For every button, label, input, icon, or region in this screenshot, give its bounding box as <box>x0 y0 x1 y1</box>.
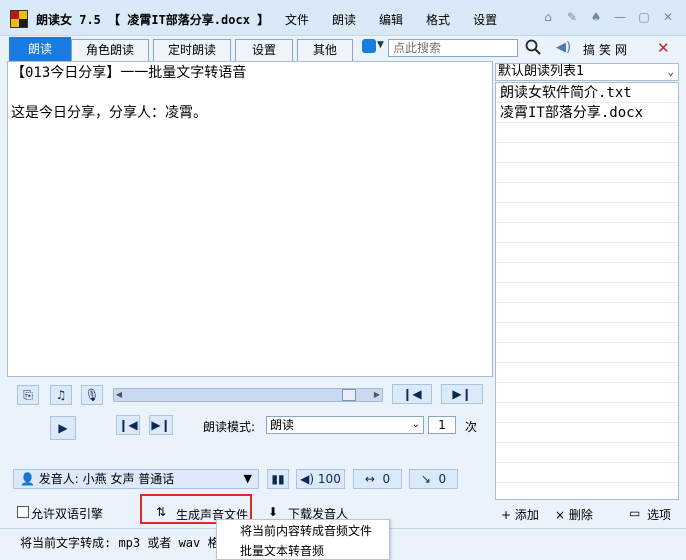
title-bar: 朗读女 7.5 【 凌霄IT部落分享.docx 】 文件 朗读 编辑 格式 设置… <box>0 0 686 36</box>
status-text: 将当前文字转成: mp3 或者 wav 格式 <box>20 536 232 550</box>
menu-format[interactable]: 格式 <box>426 11 450 28</box>
chevron-down-icon: ▼ <box>243 472 252 485</box>
microphone-icon[interactable]: 🎙 <box>81 385 103 405</box>
tab-timed-read[interactable]: 定时朗读 <box>153 39 231 61</box>
next-sentence-icon[interactable]: ▶❙ <box>149 415 173 435</box>
repeat-unit: 次 <box>465 420 478 434</box>
tab-read[interactable]: 朗读 <box>9 37 71 61</box>
menu-settings[interactable]: 设置 <box>473 11 497 28</box>
menu-bar: 文件 朗读 编辑 格式 设置 <box>285 11 520 28</box>
volume-value: 100 <box>317 472 341 486</box>
chevron-left-icon[interactable]: ◀ <box>114 389 124 401</box>
add-button[interactable]: + 添加 <box>501 506 539 523</box>
menu-item-convert-current[interactable]: 将当前内容转成音频文件 <box>217 521 389 541</box>
menu-read[interactable]: 朗读 <box>332 11 356 28</box>
editor-line: 这是今日分享，分享人：凌霄。 <box>11 105 207 121</box>
music-icon[interactable]: ♫ <box>50 385 72 405</box>
pitch-value: 0 <box>438 472 447 486</box>
app-title: 朗读女 7.5 【 凌霄IT部落分享.docx 】 <box>36 13 270 27</box>
mode-select-value: 朗读 <box>270 418 295 432</box>
speed-icon: ↔ <box>364 472 375 486</box>
pitch-control[interactable]: ↘ 0 <box>409 469 458 489</box>
menu-file[interactable]: 文件 <box>285 11 309 28</box>
context-menu: 将当前内容转成音频文件 批量文本转音频 <box>216 519 390 560</box>
home-icon[interactable]: ⌂ <box>540 9 556 25</box>
playlist: 朗读女软件简介.txt 凌霄IT部落分享.docx <box>495 82 679 500</box>
prev-sentence-icon[interactable]: ❙◀ <box>116 415 140 435</box>
tab-other[interactable]: 其他 <box>297 39 353 61</box>
volume-icon: ◀) <box>300 472 315 486</box>
delete-button[interactable]: × 删除 <box>555 506 593 523</box>
text-editor[interactable]: 【013今日分享】一一批量文字转语音 这是今日分享，分享人：凌霄。 <box>7 61 493 377</box>
speaker-icon[interactable]: ◀) <box>556 40 571 55</box>
menu-item-batch-convert[interactable]: 批量文本转音频 <box>217 541 389 560</box>
menu-edit[interactable]: 编辑 <box>379 11 403 28</box>
tools-icon[interactable]: ✎ <box>564 9 580 25</box>
playlist-select-value: 默认朗读列表1 <box>498 64 584 79</box>
mode-select[interactable]: 朗读 ⌄ <box>266 416 424 434</box>
search-input[interactable] <box>388 39 518 57</box>
prev-track-icon[interactable]: ❙◀ <box>392 384 432 404</box>
search-icon[interactable] <box>525 39 543 57</box>
download-icon: ⬇ <box>268 505 279 519</box>
playlist-actions: + 添加 × 删除 ▭ 选项 <box>495 506 679 526</box>
voice-select[interactable]: 👤 发音人: 小燕 女声 普通话 ▼ <box>13 469 259 489</box>
slider-thumb[interactable] <box>342 389 357 401</box>
tab-settings[interactable]: 设置 <box>235 39 293 61</box>
next-track-icon[interactable]: ▶❙ <box>441 384 483 404</box>
options-icon[interactable]: ▭ <box>629 506 640 520</box>
chevron-down-icon: ⌄ <box>667 65 674 78</box>
maximize-icon[interactable]: ▢ <box>636 9 652 25</box>
import-icon[interactable]: ⎘ <box>17 385 39 405</box>
person-icon: 👤 <box>20 472 35 486</box>
play-icon[interactable]: ▶ <box>50 416 76 440</box>
dual-engine-checkbox[interactable] <box>17 506 29 518</box>
mode-label: 朗读模式: <box>203 420 256 434</box>
dual-engine-label: 允许双语引擎 <box>31 507 104 521</box>
pitch-icon: ↘ <box>420 472 431 486</box>
editor-line: 【013今日分享】一一批量文字转语音 <box>11 65 247 81</box>
paw-icon[interactable] <box>362 39 376 53</box>
chevron-down-icon[interactable]: ▼ <box>377 40 384 50</box>
playlist-select[interactable]: 默认朗读列表1 ⌄ <box>495 63 679 81</box>
equalizer-icon[interactable]: ▮▮ <box>267 469 289 489</box>
repeat-count-input[interactable]: 1 <box>428 416 456 434</box>
volume-control[interactable]: ◀) 100 <box>296 469 345 489</box>
app-logo-icon <box>10 10 28 28</box>
speed-value: 0 <box>382 472 391 486</box>
fun-link[interactable]: 搞笑网 <box>583 41 631 58</box>
close-window-icon[interactable]: ✕ <box>660 9 676 25</box>
chevron-right-icon[interactable]: ▶ <box>372 389 382 401</box>
speed-control[interactable]: ↔ 0 <box>353 469 402 489</box>
chevron-down-icon: ⌄ <box>411 419 420 430</box>
voice-select-value: 发音人: 小燕 女声 普通话 <box>38 472 175 486</box>
list-item[interactable]: 凌霄IT部落分享.docx <box>496 103 678 123</box>
close-icon[interactable]: ✕ <box>657 39 670 57</box>
minimize-icon[interactable]: — <box>612 9 628 25</box>
window-controls: ⌂ ✎ ♠ — ▢ ✕ <box>540 9 676 25</box>
tab-role-read[interactable]: 角色朗读 <box>71 39 149 61</box>
options-button[interactable]: 选项 <box>647 506 671 523</box>
shirt-icon[interactable]: ♠ <box>588 9 604 25</box>
list-item[interactable]: 朗读女软件简介.txt <box>496 83 678 103</box>
